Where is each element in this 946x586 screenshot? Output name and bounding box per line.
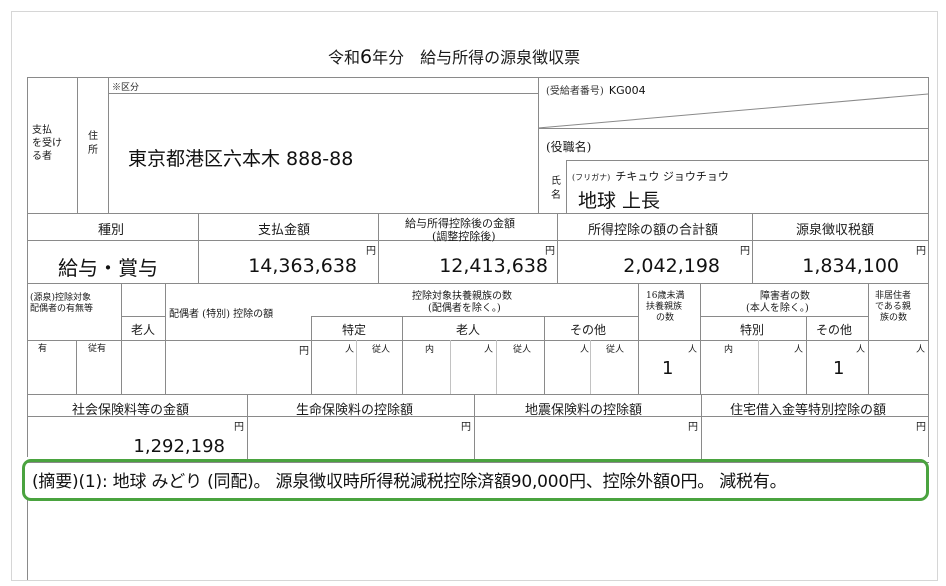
yen-mark: 円 (688, 422, 698, 433)
document-title: 令和6年分 給与所得の源泉徴収票 (328, 46, 581, 68)
tokubetsu-label: 特別 (740, 323, 765, 337)
sonota-label: その他 (570, 323, 607, 337)
name-label-2: 名 (551, 190, 561, 201)
yen-mark: 円 (234, 422, 244, 433)
shogai-sub: (本人を除く。) (746, 303, 809, 314)
shiharai-value: 14,363,638 (248, 255, 357, 277)
furigana: (フリガナ) チキュウ ジョウチョウ (572, 170, 729, 183)
gensen-value: 1,834,100 (802, 255, 899, 277)
payee-side-label-3: る者 (32, 151, 52, 162)
ari-label: 有 (38, 344, 48, 354)
sonota2-label: その他 (816, 323, 853, 337)
payee-address: 東京都港区六本木 888-88 (128, 148, 354, 170)
juari-label: 従有 (88, 344, 107, 354)
yen-mark: 円 (916, 246, 926, 257)
u16-count: 1 (662, 358, 674, 379)
yen-mark: 円 (299, 346, 309, 357)
diagonal-line (538, 93, 929, 129)
nin-mark: 人 (916, 345, 926, 355)
jutaku-label: 住宅借入金等特別控除の額 (730, 403, 887, 418)
shakai-value: 1,292,198 (133, 436, 225, 457)
shiharai-label: 支払金額 (258, 223, 311, 238)
nin-mark: 人 (794, 345, 804, 355)
junin-mark: 従人 (513, 345, 532, 355)
yen-mark: 円 (916, 422, 926, 433)
nin-mark: 人 (688, 345, 698, 355)
yen-mark: 円 (366, 246, 376, 257)
shogai-other-count: 1 (833, 358, 845, 379)
hikyo-label-3: 族の数 (880, 313, 908, 323)
nin-mark: 人 (345, 345, 355, 355)
shakai-label: 社会保険料等の金額 (72, 403, 190, 418)
kubun-label: ※区分 (112, 83, 140, 93)
recipient-number: (受給者番号) KG004 (546, 84, 646, 97)
uchi-mark: 内 (724, 345, 734, 355)
name-label-1: 氏 (551, 176, 561, 187)
seimei-label: 生命保険料の控除額 (296, 403, 414, 418)
yen-mark: 円 (461, 422, 471, 433)
yen-mark: 円 (740, 246, 750, 257)
kyuyo-sub: (調整控除後) (432, 230, 496, 243)
nin-mark: 人 (580, 345, 590, 355)
u16-label-3: の数 (656, 313, 675, 323)
junin-mark: 従人 (606, 345, 625, 355)
shubetsu-label: 種別 (98, 223, 125, 238)
tokutei-label: 特定 (342, 323, 367, 337)
haigu-kojo-label: 配偶者 (特別) 控除の額 (169, 309, 274, 320)
haigu-label-2: 配偶者の有無等 (30, 304, 94, 314)
shotoku-kojo-value: 2,042,198 (623, 255, 720, 277)
rojin-label: 老人 (131, 323, 156, 337)
fuyo-sub: (配偶者を除く。) (428, 303, 501, 314)
remarks-text: (摘要)(1): 地球 みどり (同配)。 源泉徴収時所得税減税控除済額90,0… (32, 472, 787, 492)
shubetsu-value: 給与・賞与 (58, 256, 158, 280)
nin-mark: 人 (856, 345, 866, 355)
jishin-label: 地震保険料の控除額 (525, 403, 643, 418)
nin-mark: 人 (484, 345, 494, 355)
junin-mark: 従人 (372, 345, 391, 355)
uchi-mark: 内 (425, 345, 435, 355)
address-label-2: 所 (88, 145, 98, 156)
payee-name: 地球 上長 (578, 190, 661, 212)
rojin2-label: 老人 (456, 323, 481, 337)
address-label-1: 住 (88, 131, 98, 142)
position-label: (役職名) (546, 140, 592, 154)
shotoku-kojo-label: 所得控除の額の合計額 (588, 223, 719, 238)
gensen-label: 源泉徴収税額 (796, 223, 875, 238)
kyuyo-value: 12,413,638 (439, 255, 548, 277)
